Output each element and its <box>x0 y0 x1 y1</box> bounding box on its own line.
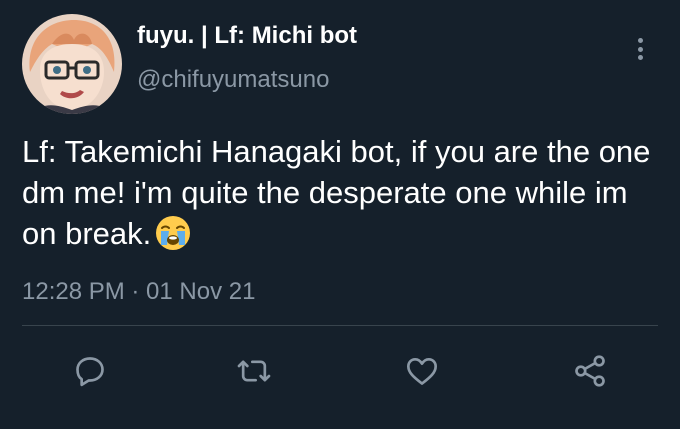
heart-icon <box>407 358 437 385</box>
display-name[interactable]: fuyu. | Lf: Michi bot <box>137 22 357 50</box>
user-handle[interactable]: @chifuyumatsuno <box>137 66 329 94</box>
more-vertical-icon[interactable] <box>628 34 652 64</box>
avatar-image <box>22 14 122 114</box>
tweet-text: Lf: Takemichi Hanagaki bot, if you are t… <box>22 134 651 251</box>
crying-face-emoji-icon <box>155 215 191 261</box>
like-button[interactable] <box>400 349 444 393</box>
more-dot <box>637 46 643 52</box>
tweet-card: fuyu. | Lf: Michi bot @chifuyumatsuno Lf… <box>0 0 680 429</box>
reply-icon <box>76 357 104 387</box>
reply-button[interactable] <box>68 349 112 393</box>
action-bar <box>0 349 680 395</box>
retweet-icon <box>237 360 271 382</box>
more-dot <box>637 38 643 43</box>
share-button[interactable] <box>568 349 612 393</box>
tweet-timestamp[interactable]: 12:28 PM · 01 Nov 21 <box>22 278 255 306</box>
avatar[interactable] <box>22 14 122 114</box>
more-dot <box>637 55 643 60</box>
share-icon <box>575 355 605 387</box>
divider <box>22 325 658 326</box>
tweet-text-container: Lf: Takemichi Hanagaki bot, if you are t… <box>22 131 662 261</box>
retweet-button[interactable] <box>232 349 276 393</box>
